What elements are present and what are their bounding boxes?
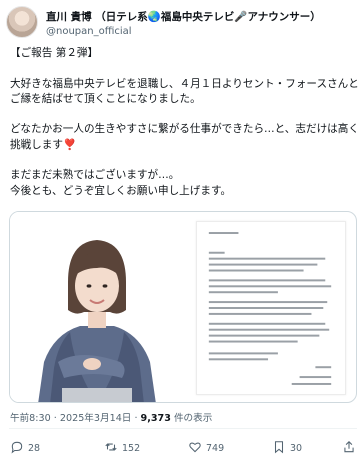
divider [9,428,357,429]
views-count: 9,373 [140,413,171,424]
bookmark-button[interactable]: 30 [272,437,302,459]
share-icon [342,440,356,457]
repost-icon [104,440,118,457]
announcement-document-image[interactable] [196,221,346,395]
text-line: 大好きな福島中央テレビを退職し、４月１日よりセント・フォースさんと [10,77,359,90]
reply-button[interactable]: 28 [10,437,40,459]
reply-count: 28 [28,442,41,454]
heart-icon [188,440,202,457]
views-label: 件の表示 [170,413,213,424]
text-line: どなたかお一人の生きやすさに繋がる仕事ができたら…と、志だけは高く [10,123,359,136]
media-card[interactable] [9,211,357,403]
repost-button[interactable]: 152 [104,437,140,459]
share-button[interactable] [342,437,356,459]
author-name[interactable]: 直川 貴博 （日テレ系🌏福島中央テレビ🎤アナウンサー） [46,9,321,24]
action-bar: 28 152 749 30 [10,437,356,459]
reply-icon [10,440,24,457]
author-handle[interactable]: @noupan_official [46,26,132,37]
portrait-photo[interactable] [10,212,184,403]
text-line: ご縁を結ばせて頂くことになりました。 [10,92,201,105]
bookmark-count: 30 [290,442,303,454]
text-line: 挑戦します [10,138,63,151]
heart-emoji: ❣️ [62,138,77,151]
text-line-with-heart: 挑戦します❣️ [10,138,356,153]
timestamp[interactable]: 午前8:30 · 2025年3月14日 · [10,413,141,424]
post-text: 【ご報告 第２弾】 大好きな福島中央テレビを退職し、４月１日よりセント・フォース… [10,46,359,199]
text-line: 【ご報告 第２弾】 [10,47,99,59]
repost-count: 152 [122,442,141,454]
post-header: 直川 貴博 （日テレ系🌏福島中央テレビ🎤アナウンサー） @noupan_offi… [6,4,358,40]
text-line: まだまだ未熟ではございますが…。 [10,169,180,182]
post-meta: 午前8:30 · 2025年3月14日 · 9,373 件の表示 [10,410,212,424]
avatar[interactable] [6,6,38,38]
bookmark-icon [272,440,286,457]
like-button[interactable]: 749 [188,437,224,459]
text-line: 今後とも、どうぞ宜しくお願い申し上げます。 [10,184,232,197]
like-count: 749 [206,442,225,454]
